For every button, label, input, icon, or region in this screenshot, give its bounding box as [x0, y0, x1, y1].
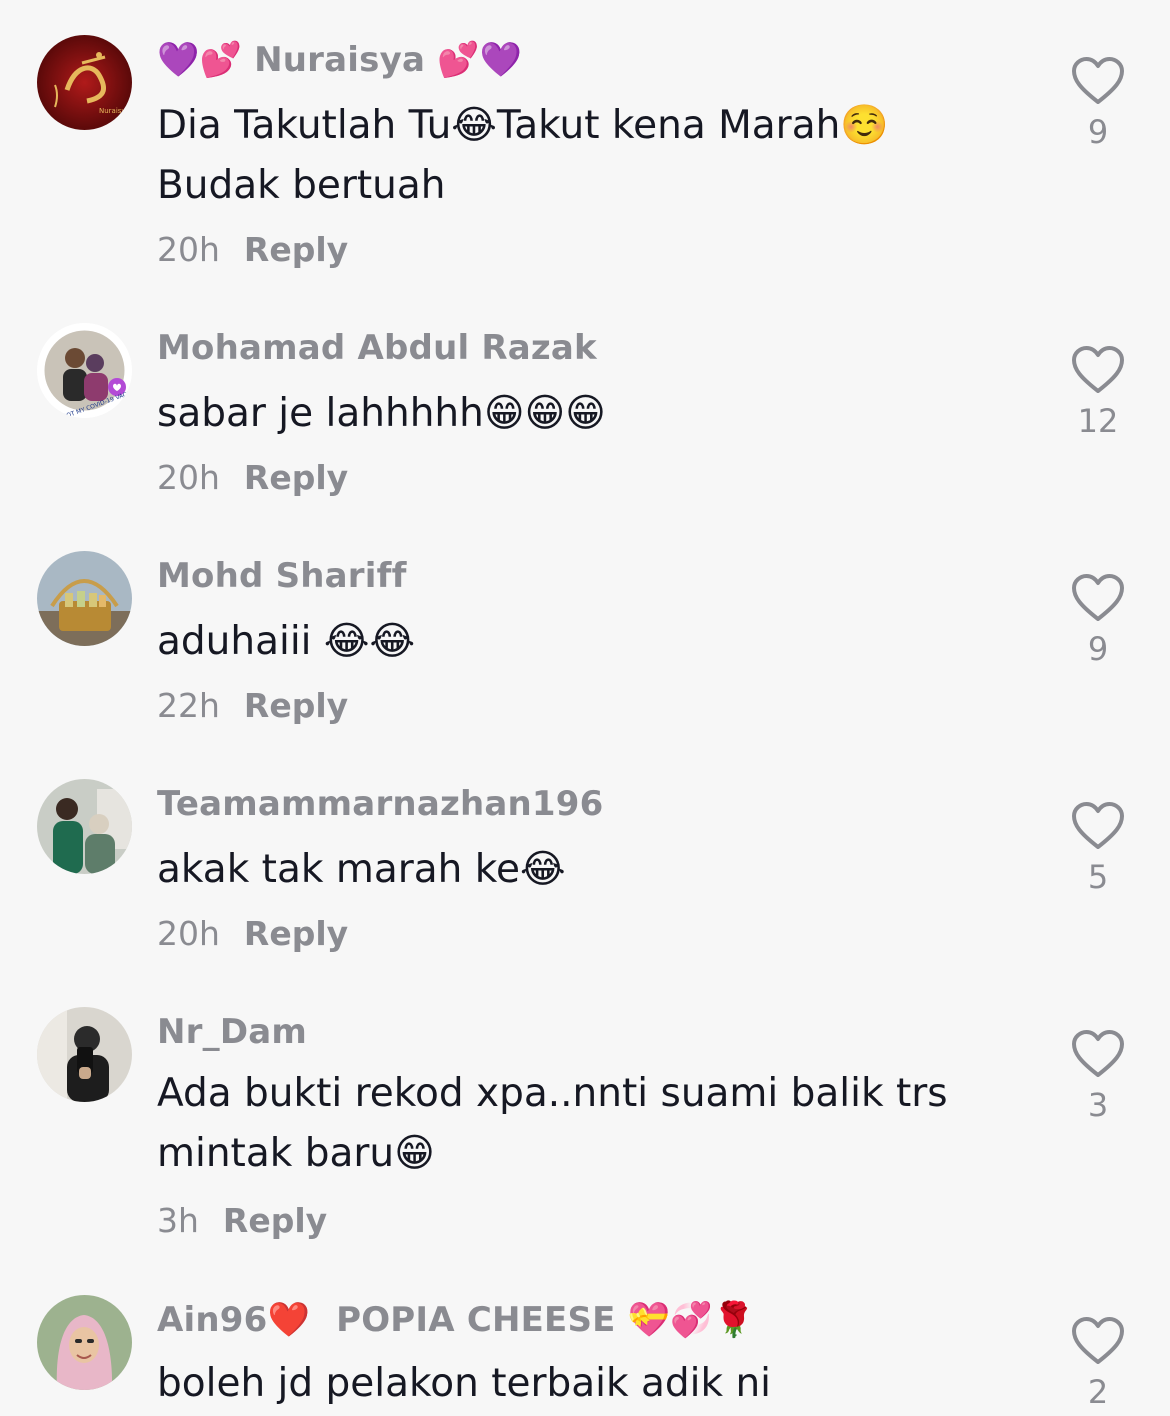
user-avatar[interactable] — [37, 1007, 132, 1102]
username-text: Ain96❤️ — [157, 1300, 311, 1340]
username-suffix-emoji: 💕💜 — [437, 40, 523, 80]
user-avatar[interactable] — [37, 551, 132, 646]
comment-text: sabar je lahhhhh😁😁😁 — [157, 391, 606, 436]
heart-icon — [1072, 1317, 1124, 1364]
user-avatar[interactable]: Nuraisya — [37, 35, 132, 130]
reply-button[interactable]: Reply — [244, 914, 348, 953]
comment-meta: 22h Reply — [157, 684, 348, 728]
username-text: Nuraisya — [254, 40, 426, 80]
comment-username[interactable]: Teamammarnazhan196 — [157, 782, 603, 826]
comment-text: boleh jd pelakon terbaik adik ni — [157, 1361, 772, 1406]
reply-button[interactable]: Reply — [244, 458, 348, 497]
username-suffix-emoji: 💝💞🌹 — [627, 1300, 756, 1340]
comment-text: akak tak marah ke😂 — [157, 847, 566, 892]
comment-meta: 3h Reply — [157, 1199, 327, 1243]
comment-username[interactable]: Mohd Shariff — [157, 554, 407, 598]
like-count: 3 — [1087, 1086, 1109, 1124]
family-photo-avatar-icon — [37, 779, 132, 874]
comment-username[interactable]: Mohamad Abdul Razak — [157, 326, 597, 370]
like-count: 12 — [1077, 402, 1119, 440]
heart-icon — [1072, 57, 1124, 104]
like-count: 9 — [1087, 630, 1109, 668]
heart-icon — [1072, 802, 1124, 849]
comment-time: 20h — [157, 914, 220, 953]
like-count: 2 — [1087, 1373, 1109, 1411]
comment-time: 20h — [157, 458, 220, 497]
comment-text: Ada bukti rekod xpa..nnti suami balik tr… — [157, 1071, 948, 1176]
heart-icon — [1072, 1030, 1124, 1077]
comment-time: 20h — [157, 230, 220, 269]
calligraphy-avatar-icon: Nuraisya — [37, 35, 132, 130]
reply-button[interactable]: Reply — [223, 1201, 327, 1240]
comment-time: 3h — [157, 1201, 199, 1240]
like-count: 5 — [1087, 858, 1109, 896]
comment-time: 22h — [157, 686, 220, 725]
comment-meta: 20h Reply — [157, 912, 348, 956]
comment-meta: 20h Reply — [157, 228, 348, 272]
comment-text: Dia Takutlah Tu😂Takut kena Marah☺️ Budak… — [157, 103, 889, 208]
username-extra-text: POPIA CHEESE — [336, 1300, 616, 1340]
reply-button[interactable]: Reply — [244, 230, 348, 269]
couple-photo-avatar-icon: I GOT MY COVID-19 VACCINE — [37, 323, 132, 418]
like-button[interactable]: 2 — [1062, 1316, 1134, 1412]
like-button[interactable]: 9 — [1062, 56, 1134, 152]
user-avatar[interactable]: I GOT MY COVID-19 VACCINE — [37, 323, 132, 418]
comment-username[interactable]: 💜💕 Nuraisya 💕💜 — [157, 38, 522, 82]
avatar-watermark-text: Nuraisya — [99, 107, 130, 115]
user-avatar[interactable] — [37, 779, 132, 874]
selfie-photo-avatar-icon — [37, 1007, 132, 1102]
like-button[interactable]: 5 — [1062, 801, 1134, 897]
heart-icon — [1072, 574, 1124, 621]
basket-photo-avatar-icon — [37, 551, 132, 646]
comment-meta: 20h Reply — [157, 456, 348, 500]
like-button[interactable]: 12 — [1062, 345, 1134, 441]
hijab-woman-avatar-icon — [37, 1295, 132, 1390]
username-prefix-emoji: 💜💕 — [157, 40, 243, 80]
like-count: 9 — [1087, 113, 1109, 151]
comment-list: Nuraisya 💜💕 Nuraisya 💕💜 Dia Takutlah Tu😂… — [0, 0, 1170, 1416]
comment-username[interactable]: Nr_Dam — [157, 1010, 307, 1054]
comment-text: aduhaiii 😂😂 — [157, 619, 416, 664]
user-avatar[interactable] — [37, 1295, 132, 1390]
comment-username[interactable]: Ain96❤️ POPIA CHEESE 💝💞🌹 — [157, 1298, 755, 1342]
reply-button[interactable]: Reply — [244, 686, 348, 725]
like-button[interactable]: 3 — [1062, 1029, 1134, 1125]
like-button[interactable]: 9 — [1062, 573, 1134, 669]
heart-icon — [1072, 346, 1124, 393]
